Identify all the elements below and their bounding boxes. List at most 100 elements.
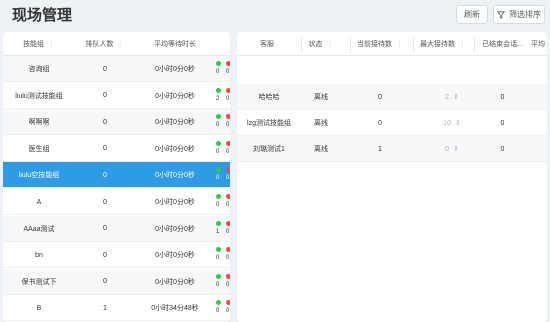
agent-name: 刘璐测试1 <box>253 146 285 153</box>
skill-group-panel: 技能组 ⋮ 排队人数 ⋮ 平均等待时长 咨询组 0 0小时0分0秒 0 0 liulu测试… <box>3 32 230 322</box>
skill-group-row[interactable]: liulu测试技能组 0 0小时0分0秒 2 0 <box>3 83 230 109</box>
agent-name: 哈哈哈 <box>258 94 280 101</box>
agent-panel: 客服 状态 ⋮ 当前接待数 ⋮ 最大接待数 ⋮ 已结束会话... 平均 哈哈哈离… <box>237 32 547 322</box>
online-dot-icon <box>216 140 221 146</box>
skill-group-row[interactable]: 保书测试下 0 0小时0分0秒 0 0 <box>3 268 230 295</box>
offline-count: 0 <box>226 148 230 155</box>
column-header-max-serving: 最大接待数 ⋮ <box>420 40 466 48</box>
skill-group-row[interactable]: 咨询组 0 0小时0分0秒 0 0 <box>3 56 230 82</box>
column-header-queue: 排队人数 ⋮ <box>85 40 125 48</box>
stepper-arrows-icon[interactable]: ⇕ <box>453 145 459 153</box>
agent-status-counts: 00 <box>216 61 230 79</box>
refresh-button[interactable]: 刷新 <box>456 5 488 24</box>
offline-dot-icon <box>226 87 230 93</box>
filter-icon <box>497 10 505 19</box>
max-serving[interactable]: 2 ⇕ <box>413 84 473 110</box>
agent-status-counts: 00 <box>216 273 230 292</box>
online-count: 1 <box>216 228 220 235</box>
max-serving[interactable]: 10 ⇕ <box>413 110 473 136</box>
avg-wait-time: 0小时0分0秒 <box>155 225 195 233</box>
agent-status: 离线 <box>314 94 328 101</box>
avg-wait-time: 0小时0分0秒 <box>155 66 195 73</box>
queue-count: 0 <box>103 171 107 179</box>
stepper-arrows-icon[interactable]: ⇕ <box>455 119 461 127</box>
filter-sort-button[interactable]: 筛选排序 <box>493 5 545 24</box>
max-serving-value: 2 <box>445 93 450 101</box>
queue-count: 0 <box>103 65 107 73</box>
offline-count: 0 <box>226 69 230 75</box>
skill-group-row[interactable]: A 0 0小时0分0秒 0 0 <box>3 189 230 215</box>
ended-sessions: 0 <box>500 93 505 101</box>
agent-status-counts: 00 <box>216 194 230 212</box>
avg-wait-time: 0小时0分0秒 <box>155 199 195 206</box>
max-serving[interactable]: 0 ⇕ <box>413 136 473 162</box>
agent-table-header: 客服 状态 ⋮ 当前接待数 ⋮ 最大接待数 ⋮ 已结束会话... 平均 <box>237 32 547 56</box>
online-count: 0 <box>216 122 220 129</box>
online-dot-icon <box>216 194 221 199</box>
offline-dot-icon <box>226 300 230 306</box>
agent-status: 离线 <box>314 146 328 153</box>
column-header-ended-sessions: 已结束会话... <box>482 41 523 48</box>
agent-status-counts: 00 <box>216 167 230 185</box>
page-header: 现场管理 刷新 筛选排序 <box>0 0 550 30</box>
queue-count: 0 <box>103 198 107 206</box>
online-dot-icon <box>216 300 221 306</box>
filter-sort-label: 筛选排序 <box>509 10 541 19</box>
online-count: 0 <box>216 175 220 182</box>
skill-group-row[interactable]: 啊啊啊 0 0小时0分0秒 0 0 <box>3 109 230 136</box>
column-header-agent: 客服 <box>260 41 274 48</box>
offline-dot-icon <box>226 167 230 173</box>
current-serving: 0 <box>378 119 382 127</box>
avg-wait-time: 0小时0分0秒 <box>155 119 195 127</box>
agent-status-counts: 10 <box>216 220 230 239</box>
queue-count: 0 <box>103 251 107 259</box>
agent-status-counts: 00 <box>216 247 230 265</box>
skill-group-name: 保书测试下 <box>21 278 57 286</box>
skill-group-table-header: 技能组 ⋮ 排队人数 ⋮ 平均等待时长 <box>3 32 230 56</box>
column-header-avg-wait: 平均等待时长 <box>154 41 196 48</box>
column-header-status: 状态 ⋮ <box>308 40 334 48</box>
skill-group-row[interactable]: 医生组 0 0小时0分0秒 0 0 <box>3 136 230 162</box>
agent-status-counts: 00 <box>216 300 230 318</box>
max-serving-value: 0 <box>445 145 450 153</box>
stepper-arrows-icon[interactable]: ⇕ <box>453 93 459 101</box>
offline-count: 0 <box>226 122 230 129</box>
ended-sessions: 0 <box>500 119 505 127</box>
skill-group-row[interactable]: bn 0 0小时0分0秒 0 0 <box>3 242 230 269</box>
offline-count: 0 <box>226 308 230 315</box>
queue-count: 1 <box>103 304 107 312</box>
online-count: 0 <box>216 202 220 208</box>
skill-group-row[interactable]: liulu空技能组 0 0小时0分0秒 0 0 <box>3 162 230 189</box>
column-menu-icon[interactable]: ⋮ <box>48 40 55 48</box>
agent-row[interactable]: 刘璐测试1 离线 1 0 ⇕ 0 <box>237 136 547 162</box>
refresh-label: 刷新 <box>464 10 480 19</box>
avg-wait-time: 0小时0分0秒 <box>155 172 195 180</box>
skill-group-row[interactable]: B 1 0小时34分48秒 0 0 <box>3 295 230 322</box>
avg-wait-time: 0小时0分0秒 <box>155 252 195 260</box>
skill-group-name: liulu空技能组 <box>18 172 60 180</box>
column-menu-icon[interactable]: ⋮ <box>459 40 466 48</box>
offline-count: 0 <box>226 175 230 182</box>
agent-status-counts: 00 <box>216 140 230 159</box>
skill-group-name: AAaa测试 <box>23 225 55 233</box>
offline-dot-icon <box>226 220 230 226</box>
queue-count: 0 <box>103 225 107 233</box>
online-count: 0 <box>216 69 220 75</box>
offline-count: 0 <box>226 202 230 208</box>
skill-group-row[interactable]: AAaa测试 0 0小时0分0秒 1 0 <box>3 215 230 242</box>
offline-dot-icon <box>226 61 230 66</box>
column-menu-icon[interactable]: ⋮ <box>327 40 334 48</box>
column-header-average: 平均 <box>531 41 545 48</box>
online-count: 0 <box>216 281 220 288</box>
skill-group-name: 啊啊啊 <box>28 119 50 127</box>
column-header-current-serving: 当前接待数 ⋮ <box>357 40 403 48</box>
offline-dot-icon <box>226 247 230 253</box>
column-menu-icon[interactable]: ⋮ <box>118 40 125 48</box>
agent-status: 离线 <box>314 120 328 127</box>
agent-row[interactable]: 哈哈哈 离线 0 2 ⇕ 0 <box>237 84 547 110</box>
column-menu-icon[interactable]: ⋮ <box>396 40 403 48</box>
skill-group-name: A <box>36 198 42 206</box>
queue-count: 0 <box>103 278 107 286</box>
agent-row[interactable]: lzg测试技能组 离线 0 10 ⇕ 0 <box>237 110 547 136</box>
online-count: 0 <box>216 308 220 315</box>
